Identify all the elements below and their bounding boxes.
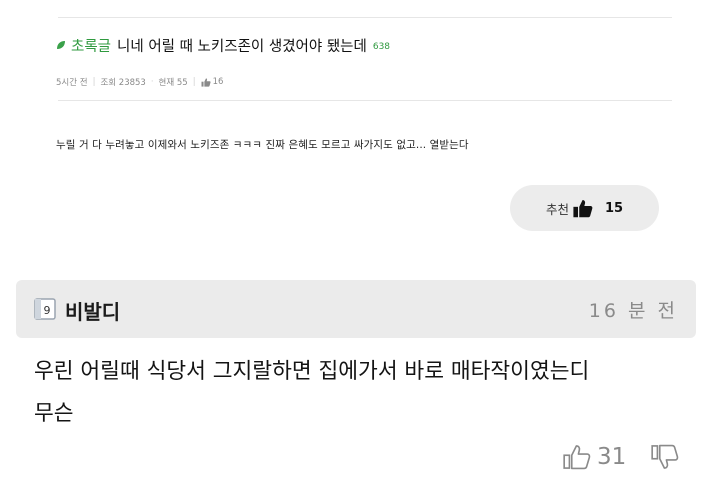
meta-separator: · <box>150 77 154 87</box>
meta-separator: | <box>92 77 96 87</box>
content-divider <box>58 100 672 101</box>
recommend-button[interactable]: 추천 15 <box>510 185 659 231</box>
comment-time: 16 분 전 <box>588 300 678 322</box>
thumbs-up-filled-icon <box>573 199 593 217</box>
leaf-icon <box>57 41 65 49</box>
comment-text: 우린 어릴때 식당서 그지랄하면 집에가서 바로 매타작이였는디 무슨 <box>34 359 590 426</box>
thumbs-down-outline-icon[interactable] <box>651 444 679 470</box>
post-upvotes: 16 <box>201 77 224 87</box>
post-meta: 5시간 전 | 조회 23853 · 현재 55 | 16 <box>56 76 223 88</box>
post-upvote-count: 16 <box>212 77 224 87</box>
comment-like-count: 31 <box>597 444 627 470</box>
top-divider <box>58 17 672 18</box>
post-author[interactable]: 초록글 <box>71 35 111 56</box>
svg-text:9: 9 <box>44 304 51 317</box>
comment-like-button[interactable]: 31 <box>563 444 626 470</box>
level-badge-icon: 9 <box>34 298 56 320</box>
post-body: 누릴 거 다 누려놓고 이제와서 노키즈존 ㅋㅋㅋ 진짜 은혜도 모르고 싸가지… <box>56 139 469 151</box>
comment-count[interactable]: 638 <box>373 42 390 52</box>
thumbs-up-small-icon <box>201 77 211 87</box>
post-views: 조회 23853 <box>100 78 146 88</box>
post-current: 현재 55 <box>158 78 188 88</box>
post-time: 5시간 전 <box>56 78 88 88</box>
post-title-row: 초록글 니네 어릴 때 노키즈존이 생겼어야 됐는데 638 <box>56 32 390 58</box>
meta-separator: | <box>192 77 196 87</box>
thumbs-up-outline-icon <box>563 445 591 470</box>
comment-author[interactable]: 비발디 <box>65 296 120 325</box>
recommend-count: 15 <box>604 200 624 216</box>
recommend-label: 추천 <box>545 201 569 217</box>
post-title[interactable]: 니네 어릴 때 노키즈존이 생겼어야 됐는데 <box>117 35 367 56</box>
